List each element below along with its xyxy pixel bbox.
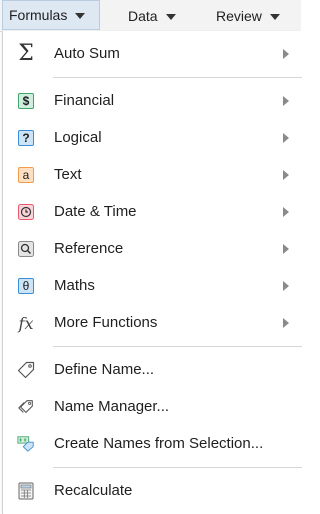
menu-item-logical[interactable]: ? Logical	[3, 121, 301, 155]
menu-item-reference[interactable]: Reference	[3, 232, 301, 266]
chevron-down-icon	[269, 13, 280, 20]
menu-item-text[interactable]: a Text	[3, 158, 301, 192]
dollar-glyph: $	[18, 93, 34, 109]
fx-icon: fx	[17, 313, 35, 333]
menu-item-label: Recalculate	[54, 482, 133, 499]
dollar-icon: $	[17, 92, 35, 110]
chevron-right-icon	[283, 170, 289, 180]
sigma-icon: Σ	[17, 41, 35, 66]
menu-item-label: Financial	[54, 92, 115, 109]
text-a-glyph: a	[18, 167, 34, 183]
ribbon-tab-bar: Formulas Data Review	[0, 0, 301, 32]
tab-data[interactable]: Data	[128, 0, 176, 31]
create-names-icon	[17, 435, 35, 453]
tags-icon	[17, 398, 35, 416]
chevron-down-icon	[165, 13, 176, 20]
menu-item-name-manager[interactable]: Name Manager...	[3, 390, 301, 424]
sigma-glyph: Σ	[18, 41, 34, 66]
chevron-right-icon	[283, 207, 289, 217]
menu-item-recalculate[interactable]: Recalculate	[3, 474, 301, 508]
menu-item-more-functions[interactable]: fx More Functions	[3, 306, 301, 340]
chevron-right-icon	[283, 318, 289, 328]
tab-data-label: Data	[128, 7, 158, 24]
tab-review[interactable]: Review	[216, 0, 280, 31]
menu-item-label: Auto Sum	[54, 45, 120, 62]
menu-item-maths[interactable]: θ Maths	[3, 269, 301, 303]
text-a-icon: a	[17, 166, 35, 184]
theta-glyph: θ	[18, 278, 34, 294]
question-icon: ?	[17, 129, 35, 147]
menu-item-label: Logical	[54, 129, 102, 146]
menu-item-label: Text	[54, 166, 82, 183]
menu-item-label: Name Manager...	[54, 398, 170, 415]
chevron-down-icon	[75, 13, 86, 19]
magnifier-icon	[17, 240, 35, 258]
chevron-right-icon	[283, 244, 289, 254]
menu-item-label: Date & Time	[54, 203, 137, 220]
tab-review-label: Review	[216, 7, 262, 24]
theta-icon: θ	[17, 277, 35, 295]
menu-item-define-name[interactable]: Define Name...	[3, 353, 301, 387]
chevron-right-icon	[283, 281, 289, 291]
tab-formulas-label: Formulas	[9, 7, 68, 23]
chevron-right-icon	[283, 96, 289, 106]
menu-item-label: Define Name...	[54, 361, 155, 378]
fx-glyph: fx	[18, 313, 34, 333]
chevron-right-icon	[283, 133, 289, 143]
question-glyph: ?	[18, 130, 34, 146]
clock-icon	[17, 203, 35, 221]
chevron-right-icon	[283, 49, 289, 59]
formulas-dropdown-menu: Σ Auto Sum $ Financial ? Logical a Text	[2, 31, 302, 514]
calculator-icon	[17, 482, 35, 500]
menu-item-auto-sum[interactable]: Σ Auto Sum	[3, 37, 301, 71]
tag-icon	[17, 361, 35, 379]
menu-item-label: More Functions	[54, 314, 158, 331]
menu-separator	[53, 467, 302, 468]
menu-separator	[53, 346, 302, 347]
menu-item-date-time[interactable]: Date & Time	[3, 195, 301, 229]
tab-formulas[interactable]: Formulas	[2, 0, 100, 30]
menu-item-label: Maths	[54, 277, 95, 294]
menu-item-create-names[interactable]: Create Names from Selection...	[3, 427, 301, 461]
menu-item-label: Reference	[54, 240, 124, 257]
menu-item-label: Create Names from Selection...	[54, 435, 264, 452]
menu-item-financial[interactable]: $ Financial	[3, 84, 301, 118]
menu-separator	[53, 77, 302, 78]
